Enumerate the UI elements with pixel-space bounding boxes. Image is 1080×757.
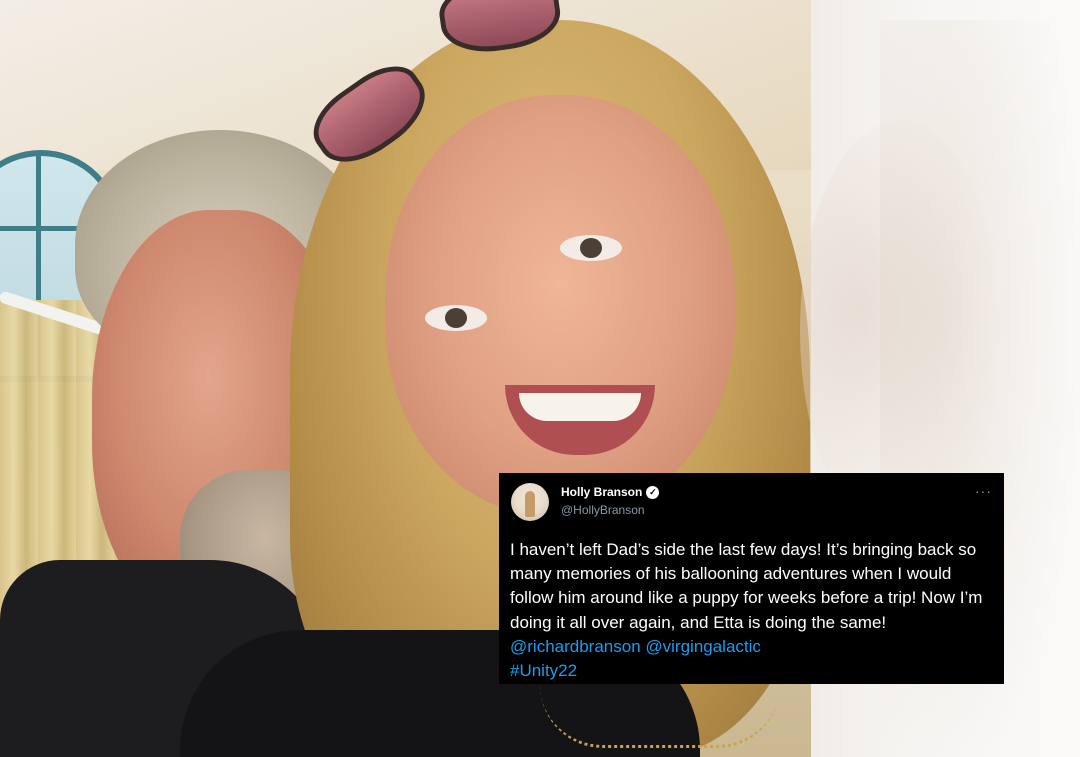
tweet-card: Holly Branson ✓ @HollyBranson ··· I have… [499, 473, 1004, 684]
tweet-author: Holly Branson ✓ [561, 485, 660, 499]
display-name[interactable]: Holly Branson [561, 485, 642, 499]
hashtag-unity22[interactable]: #Unity22 [510, 661, 577, 680]
tweet-text-body: I haven’t left Dad’s side the last few d… [510, 540, 983, 632]
woman-eye-right [560, 235, 622, 261]
sunglasses [300, 0, 565, 179]
necklace [540, 685, 780, 748]
woman-eye-left [425, 305, 487, 331]
mention-richardbranson[interactable]: @richardbranson [510, 637, 641, 656]
sunglasses-lens-right [435, 0, 565, 59]
more-options-icon[interactable]: ··· [975, 483, 992, 499]
avatar[interactable] [511, 483, 549, 521]
handle[interactable]: @HollyBranson [561, 503, 645, 517]
mention-virgingalactic[interactable]: @virgingalactic [645, 637, 761, 656]
tweet-text: I haven’t left Dad’s side the last few d… [510, 538, 995, 683]
verified-badge-icon: ✓ [646, 485, 660, 499]
